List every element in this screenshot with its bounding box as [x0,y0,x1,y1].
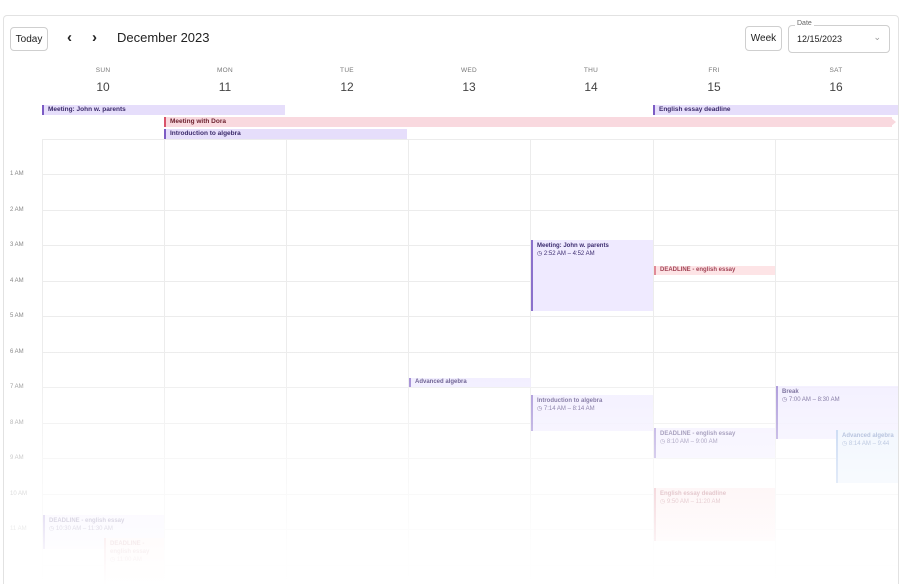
day-number-sun[interactable]: 10 [42,80,164,94]
hour-label: 10 AM [10,491,28,497]
event-title: Advanced algebra [842,433,894,439]
clock-icon: ◷ [110,557,117,563]
event-time-text: 9:50 AM – 11:20 AM [666,499,721,505]
event-block[interactable]: English essay deadline ◷ 9:50 AM – 11:20… [654,488,775,541]
grid-line [42,565,898,566]
event-block[interactable]: DEADLINE - english essay ◷ 11:00 AM [104,538,164,584]
day-number-thu[interactable]: 14 [530,80,652,94]
event-time-text: 7:14 AM – 8:14 AM [543,406,595,412]
event-title: DEADLINE - english essay [110,541,150,555]
hour-label: 8 AM [10,420,24,426]
event-time: ◷ 11:00 AM [110,556,160,564]
event-time-text: 2:52 AM – 4:52 AM [543,251,595,257]
grid-line [42,316,898,317]
view-week-button[interactable]: Week [745,26,782,51]
grid-line [42,139,898,140]
clock-icon: ◷ [537,406,544,412]
day-name-tue: TUE [340,67,354,74]
day-name-thu: THU [583,67,599,74]
day-name-mon: MON [216,67,234,74]
hour-label: 1 AM [10,171,24,177]
event-title: DEADLINE - english essay [660,267,736,273]
date-field-label: Date [795,20,814,27]
allday-event[interactable]: Introduction to algebra [164,129,407,139]
event-block[interactable]: Advanced algebra ◷ 8:14 AM – 9:44 [836,430,898,483]
hour-label: 7 AM [10,384,24,390]
event-time: ◷ 10:30 AM – 11:30 AM [49,525,160,533]
day-number-fri[interactable]: 15 [653,80,775,94]
event-title: Meeting: John w. parents [537,243,609,249]
event-block[interactable]: Advanced algebra [409,378,531,387]
chevron-down-icon[interactable]: ⌄ [873,32,881,43]
chevron-right-icon [890,117,896,127]
today-button[interactable]: Today [10,27,48,51]
column-divider [408,139,409,584]
event-title: English essay deadline [660,491,727,497]
grid-line [42,174,898,175]
clock-icon: ◷ [660,499,667,505]
hour-label: 2 AM [10,207,24,213]
grid-line [42,423,898,424]
chevron-left-icon[interactable]: ‹ [67,30,72,46]
event-title: Advanced algebra [415,379,467,385]
day-name-wed: WED [460,67,478,74]
hour-label: 6 AM [10,349,24,355]
event-time-text: 8:10 AM – 9:00 AM [666,439,718,445]
date-picker-field[interactable]: Date 12/15/2023 ⌄ [788,20,890,53]
event-time: ◷ 7:00 AM – 8:30 AM [782,396,894,404]
hour-label: 3 AM [10,242,24,248]
grid-line [42,458,898,459]
allday-event[interactable]: Meeting: John w. parents [42,105,285,115]
hour-label: 5 AM [10,313,24,319]
hour-label: 11 AM [10,526,27,532]
event-title: Break [782,389,799,395]
event-time: ◷ 7:14 AM – 8:14 AM [537,405,649,413]
grid-line [42,210,898,211]
event-time-text: 11:00 AM [116,557,142,563]
clock-icon: ◷ [49,526,56,532]
month-title: December 2023 [117,30,210,45]
chevron-right-icon[interactable]: › [92,30,97,46]
clock-icon: ◷ [660,439,667,445]
calendar-toolbar: Today ‹ › December 2023 Week Date 12/15/… [4,16,898,60]
event-time-text: 10:30 AM – 11:30 AM [55,526,113,532]
event-block[interactable]: Meeting: John w. parents ◷ 2:52 AM – 4:5… [531,240,653,311]
grid-line [42,387,898,388]
event-time: ◷ 2:52 AM – 4:52 AM [537,250,649,258]
event-time-text: 7:00 AM – 8:30 AM [788,397,840,403]
clock-icon: ◷ [537,251,544,257]
event-title: DEADLINE - english essay [660,431,736,437]
clock-icon: ◷ [842,441,849,447]
grid-line [42,281,898,282]
event-block[interactable]: DEADLINE - english essay [654,266,775,275]
allday-event[interactable]: English essay deadline [653,105,898,115]
event-title: DEADLINE - english essay [49,518,125,524]
calendar-frame: Today ‹ › December 2023 Week Date 12/15/… [3,15,899,584]
grid-line [42,245,898,246]
day-number-mon[interactable]: 11 [164,80,286,94]
event-time: ◷ 8:14 AM – 9:44 [842,440,894,448]
event-time: ◷ 8:10 AM – 9:00 AM [660,438,771,446]
allday-event[interactable]: Meeting with Dora [164,117,892,127]
date-field-value: 12/15/2023 [797,34,843,44]
column-divider [775,139,776,584]
clock-icon: ◷ [782,397,789,403]
event-block[interactable]: DEADLINE - english essay ◷ 8:10 AM – 9:0… [654,428,775,458]
hour-label: 4 AM [10,278,24,284]
hour-label: 9 AM [10,455,24,461]
day-name-sat: SAT [829,67,843,74]
column-divider [164,139,165,584]
event-time: ◷ 9:50 AM – 11:20 AM [660,498,771,506]
event-title: Introduction to algebra [537,398,603,404]
column-divider [286,139,287,584]
day-name-fri: FRI [708,67,720,74]
event-time-text: 8:14 AM – 9:44 [848,441,890,447]
day-number-sat[interactable]: 16 [775,80,897,94]
event-block[interactable]: Introduction to algebra ◷ 7:14 AM – 8:14… [531,395,653,431]
column-divider [530,139,531,584]
day-number-tue[interactable]: 12 [286,80,408,94]
grid-line [42,352,898,353]
day-number-wed[interactable]: 13 [408,80,530,94]
day-name-sun: SUN [95,67,111,74]
